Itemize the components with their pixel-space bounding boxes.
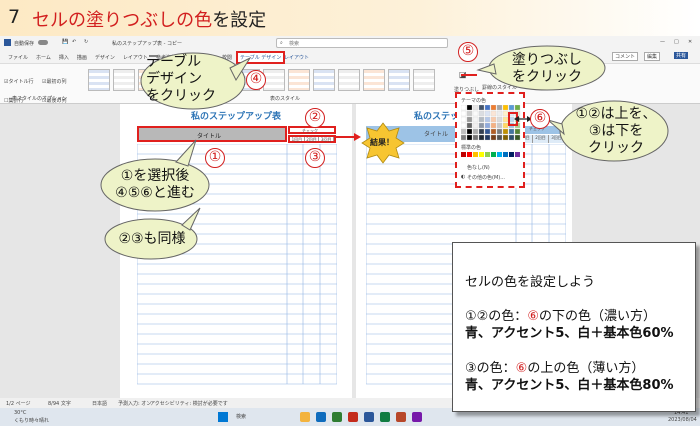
- info-line-3: 青、アクセント5、白＋基本色60%: [465, 326, 674, 341]
- callout-table-design-line1: テーブル: [146, 54, 202, 70]
- marker-6: ⑥: [530, 109, 550, 129]
- marker6-pointer-head-left: [514, 116, 519, 122]
- arrow-to-result-head: [354, 133, 361, 141]
- result-label: 結果！: [370, 138, 394, 147]
- callout-upper-lower-line2: ③は下を: [588, 123, 644, 139]
- info-line-1: セルの色を設定しよう: [465, 275, 596, 290]
- callout-shading-line2: をクリック: [512, 69, 582, 85]
- marker-5: ⑤: [458, 42, 478, 62]
- callout-select: ①を選択後 ④⑤⑥と進む: [103, 168, 207, 202]
- callout-select-line1: ①を選択後: [120, 168, 190, 184]
- callout-select-line2: ④⑤⑥と進む: [115, 185, 195, 201]
- callout-upper-lower-tail: [547, 119, 565, 136]
- callout-shading-line1: 塗りつぶし: [511, 52, 583, 68]
- callout-same: ②③も同様: [118, 231, 186, 247]
- info-line-5: 青、アクセント5、白＋基本色80%: [465, 378, 674, 393]
- callout-table-design: テーブル デザイン をクリック: [146, 54, 240, 105]
- callout-shading: 塗りつぶし をクリック: [497, 52, 597, 86]
- callout-table-design-line3: をクリック: [146, 88, 216, 104]
- callout-upper-lower-line1: ①②は上を、: [575, 106, 657, 122]
- callout-upper-lower-line3: クリック: [588, 140, 644, 156]
- callout-same-tail: [181, 207, 201, 231]
- info-box: セルの色を設定しよう ①②の色：⑥の下の色（濃い方） 青、アクセント5、白＋基本…: [452, 242, 696, 412]
- marker-1: ①: [205, 148, 225, 168]
- callout-shading-tail: [476, 63, 497, 75]
- marker-4: ④: [246, 70, 266, 90]
- marker-3: ③: [305, 148, 325, 168]
- callout-upper-lower: ①②は上を、 ③は下を クリック: [566, 106, 666, 157]
- marker-2: ②: [305, 108, 325, 128]
- callout-select-tail: [175, 139, 197, 167]
- callout-table-design-line2: デザイン: [146, 71, 202, 87]
